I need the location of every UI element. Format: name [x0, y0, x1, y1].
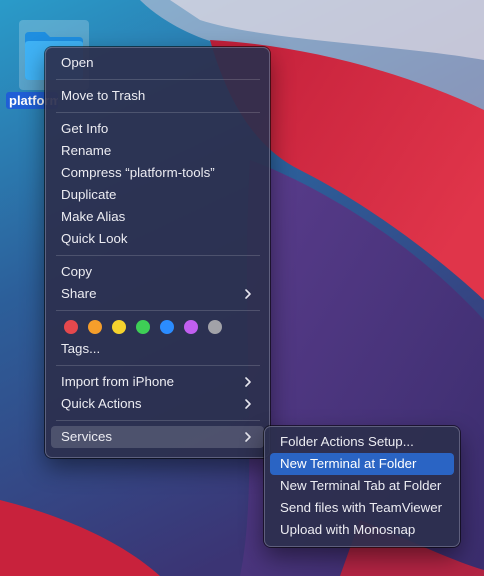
menu-separator	[56, 255, 260, 256]
menu-item-services-label: Services	[61, 429, 112, 444]
services-item-upload-monosnap[interactable]: Upload with Monosnap	[270, 519, 454, 541]
context-menu: Open Move to Trash Get Info Rename Compr…	[45, 47, 270, 458]
chevron-right-icon	[245, 399, 251, 409]
menu-item-quick-actions-label: Quick Actions	[61, 396, 142, 411]
menu-separator	[56, 310, 260, 311]
tag-color-green[interactable]	[136, 320, 150, 334]
menu-separator	[56, 365, 260, 366]
tag-color-yellow[interactable]	[112, 320, 126, 334]
menu-separator	[56, 79, 260, 80]
menu-item-duplicate[interactable]: Duplicate	[51, 184, 264, 206]
menu-item-move-to-trash[interactable]: Move to Trash	[51, 85, 264, 107]
services-submenu: Folder Actions Setup... New Terminal at …	[264, 426, 460, 547]
menu-item-quick-look[interactable]: Quick Look	[51, 228, 264, 250]
menu-item-open[interactable]: Open	[51, 52, 264, 74]
menu-separator	[56, 112, 260, 113]
chevron-right-icon	[245, 289, 251, 299]
chevron-right-icon	[245, 432, 251, 442]
menu-item-import-from-iphone[interactable]: Import from iPhone	[51, 371, 264, 393]
services-item-send-files-teamviewer[interactable]: Send files with TeamViewer	[270, 497, 454, 519]
menu-item-share-label: Share	[61, 286, 97, 301]
tag-color-gray[interactable]	[208, 320, 222, 334]
chevron-right-icon	[245, 377, 251, 387]
menu-item-tags[interactable]: Tags...	[51, 338, 264, 360]
services-item-new-terminal-at-folder[interactable]: New Terminal at Folder	[270, 453, 454, 475]
menu-item-copy[interactable]: Copy	[51, 261, 264, 283]
tag-color-purple[interactable]	[184, 320, 198, 334]
menu-item-get-info[interactable]: Get Info	[51, 118, 264, 140]
menu-item-make-alias[interactable]: Make Alias	[51, 206, 264, 228]
services-item-folder-actions-setup[interactable]: Folder Actions Setup...	[270, 431, 454, 453]
menu-item-quick-actions[interactable]: Quick Actions	[51, 393, 264, 415]
tag-color-row	[51, 316, 264, 338]
tag-color-blue[interactable]	[160, 320, 174, 334]
menu-separator	[56, 420, 260, 421]
menu-item-rename[interactable]: Rename	[51, 140, 264, 162]
menu-item-services[interactable]: Services	[51, 426, 264, 448]
menu-item-compress[interactable]: Compress “platform-tools”	[51, 162, 264, 184]
tag-color-red[interactable]	[64, 320, 78, 334]
tag-color-orange[interactable]	[88, 320, 102, 334]
services-item-new-terminal-tab-at-folder[interactable]: New Terminal Tab at Folder	[270, 475, 454, 497]
menu-item-import-label: Import from iPhone	[61, 374, 175, 389]
menu-item-share[interactable]: Share	[51, 283, 264, 305]
